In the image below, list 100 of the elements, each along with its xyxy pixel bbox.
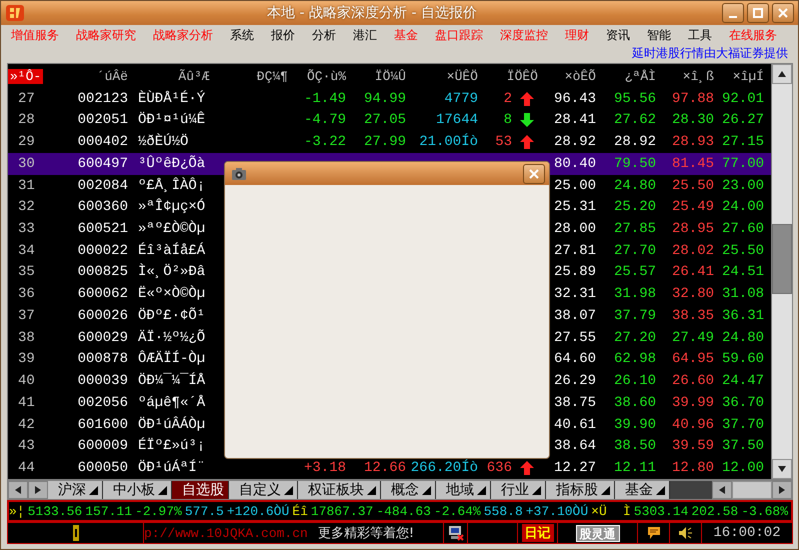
sheet-tab[interactable]: 权证板块 [298,481,381,499]
menu-item[interactable]: 分析 [312,26,336,44]
stock-code: 600360 [76,199,129,216]
table-cell-text: 27.81 [552,242,597,259]
diary-button[interactable]: 日记 [522,524,554,542]
table-row[interactable]: 33 600521 »ªº£Ò©Òµ 28.00 27.85 28.95 27.60 [8,218,771,240]
column-header[interactable]: ¿ªÅÌ [622,69,658,84]
maximize-button[interactable] [747,3,769,23]
table-row[interactable]: 36 600062 Ë«º×Ò©Òµ 32.31 31.98 32.80 31.08 [8,283,771,306]
index-quote: »¦ [9,504,25,518]
sheet-tab[interactable]: 概念 [381,481,436,499]
table-cell-text: 40.61 [552,416,597,433]
sheet-tab[interactable]: 指标股 [546,481,615,499]
column-header[interactable]: ×òÊÕ [562,69,598,84]
dropdown-triangle-icon [284,486,293,494]
sheet-tab[interactable]: 行业 [491,481,546,499]
menu-item[interactable]: 工具 [688,26,712,44]
stock-name: ÖÐº£·¢Õ¹ [137,308,206,324]
column-header[interactable]: ×î¸ß [680,69,716,84]
table-cell-text: 266.20Íò [410,460,479,476]
table-row[interactable]: 40 000039 ÖÐ¼¯¼¯ÍÅ 26.29 26.10 26.60 24.47 [8,370,771,392]
column-header[interactable]: ÐÇ¼¶ [254,69,290,84]
row-number: 27 [17,90,36,107]
column-header[interactable]: ÏÖÊÖ [504,69,540,84]
menu-item[interactable]: 港汇 [353,26,377,44]
table-cell-text: 81.45 [670,156,715,172]
scroll-up-button[interactable] [772,64,792,84]
table-row[interactable]: 37 600026 ÖÐº£·¢Õ¹ 38.07 37.79 38.35 36.31 [8,305,771,327]
table-cell-text: 36.70 [720,394,765,411]
tab-left-button[interactable] [8,481,28,499]
table-row[interactable]: 29 000402 ½ðÈÚ½Ö -3.22 27.99 21.00Íò 53 28.92 28.92 28.93 27.15 [8,131,771,153]
scroll-left-button[interactable] [712,481,732,499]
table-row[interactable]: 32 600360 »ªÎ¢µç×Ó 25.31 25.20 25.49 24.00 [8,196,771,218]
stock-name: ÈÙÐÅ¹É·Ý [137,90,206,107]
table-cell-text: 636 [486,460,513,476]
table-cell-text: 79.50 [612,156,657,172]
horizontal-scroll-thumb[interactable] [732,481,772,499]
sheet-tab[interactable]: 中小板 [103,481,172,499]
table-cell-text: 25.20 [612,199,657,216]
column-header[interactable]: ÕÇ·ù% [304,69,348,84]
sheet-tab[interactable]: 地域 [436,481,491,499]
table-row[interactable]: 27 002123 ÈÙÐÅ¹É·Ý -1.49 94.99 4779 2 96.43 95.56 97.88 92.01 [8,88,771,110]
scrollbar-thumb[interactable] [772,224,792,294]
menu-item[interactable]: 报价 [271,26,295,44]
message-icon[interactable] [646,526,660,540]
column-header[interactable]: Ãû³Æ [176,69,212,84]
index-quote: 5133.56 [28,504,82,518]
table-row[interactable]: 43 600009 ÉÏº£»ú³¡ 38.64 38.50 39.59 37.50 [8,435,771,458]
index-quote: Ì [622,504,631,518]
table-cell-text: 28.02 [670,242,715,259]
stock-code: 600029 [76,330,129,346]
table-cell-text: 23.00 [720,178,765,194]
index-quote: -2.97% [135,504,182,518]
table-row[interactable]: 42 601600 ÖÐ¹úÂÁÒµ 40.61 39.90 40.96 37.70 [8,414,771,436]
scroll-right-button[interactable] [772,481,792,499]
column-header[interactable]: ´úÂë [94,69,130,84]
stock-code: 600062 [76,286,129,302]
menu-item[interactable]: 资讯 [606,26,630,44]
menu-item[interactable]: 系统 [230,26,254,44]
column-header[interactable]: ×îµÍ [730,69,766,84]
table-cell-text: -1.49 [302,90,347,107]
table-row[interactable]: 35 000825 Ì«¸Ö²»Ðâ 25.89 25.57 26.41 24.51 [8,262,771,284]
column-header[interactable]: ×ÜÊÖ [444,69,480,84]
sheet-tab[interactable]: 自定义 [229,481,298,499]
stock-name: »ªº£Ò©Òµ [137,221,206,237]
menu-item[interactable]: 智能 [647,26,671,44]
table-cell-text: 25.50 [670,178,715,194]
table-cell-text: 28.30 [670,112,715,128]
close-button[interactable] [523,164,545,184]
close-button[interactable] [772,3,794,23]
table-cell-text: 25.00 [552,178,597,194]
index-quote: 17867.37 [310,504,374,518]
sheet-tab[interactable]: 沪深 [48,481,103,499]
sheet-tab[interactable]: 基金 [615,481,670,499]
clock-time: 16:00:02 [713,525,781,541]
triangle-icon [14,486,22,494]
row-number: 36 [17,286,36,302]
index-quote: 5303.14 [634,504,688,518]
tab-right-button[interactable] [28,481,48,499]
table-row[interactable]: 28 002051 ÖÐ¹¤¹ú¼Ê -4.79 27.05 17644 8 28.41 27.62 28.30 26.27 [8,109,771,132]
dropdown-triangle-icon [422,486,431,494]
table-row[interactable]: 39 000878 ÔÆÄÏÍ-Òµ 64.60 62.98 64.95 59.60 [8,348,771,370]
table-cell-text: 80.40 [552,156,597,172]
stock-name: ÖÐ¼¯¼¯ÍÅ [137,373,206,390]
column-header[interactable]: »¹Ô- [8,69,44,84]
table-cell-text: 12.27 [552,460,597,476]
column-header[interactable]: ÏÖ¼Û [372,69,408,84]
table-row[interactable]: 31 002084 º£Å¸ÎÀÔ¡ 25.00 24.80 25.50 23.00 [8,174,771,196]
speaker-icon[interactable] [678,526,694,540]
table-row[interactable]: 44 600050 ÖÐ¹úÁªÍ¨ +3.18 12.66 266.20Íò 636 12.27 12.11 12.80 12.00 [8,457,771,479]
minimize-button[interactable] [722,3,744,23]
table-cell-text: 26.29 [552,373,597,390]
table-row[interactable]: 41 002056 ºáµê¶«´Å 38.75 38.60 39.99 36.70 [8,392,771,414]
status-message: 更多精彩等着您! [318,525,414,542]
sheet-tab[interactable]: 自选股 [172,481,229,499]
table-row[interactable]: 38 600029 ÄÏ·½º½¿Õ 27.55 27.20 27.49 24.80 [8,326,771,349]
scroll-down-button[interactable] [772,459,792,479]
index-quote: 202.58 [691,504,738,518]
row-number: 34 [17,242,36,259]
table-row[interactable]: 34 000022 Éî³àÍå£Á 27.81 27.70 28.02 25.50 [8,240,771,262]
